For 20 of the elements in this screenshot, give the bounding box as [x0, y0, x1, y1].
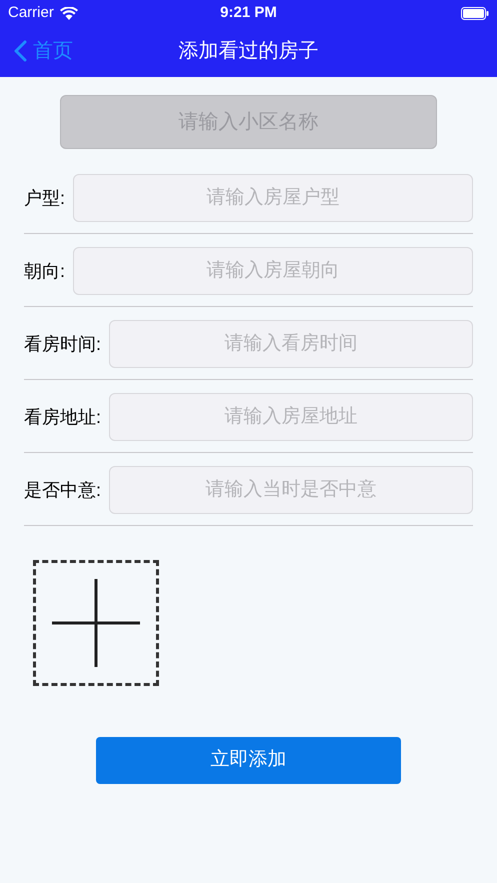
text-field[interactable]: 请输入看房时间	[109, 320, 473, 368]
back-button[interactable]: 首页	[14, 36, 73, 66]
clock-time: 9:21 PM	[220, 2, 277, 23]
add-photo-button[interactable]	[33, 560, 159, 686]
text-field[interactable]: 请输入房屋户型	[73, 174, 473, 222]
battery-icon	[460, 6, 489, 20]
wifi-icon	[60, 6, 78, 20]
text-field[interactable]: 请输入房屋朝向	[73, 247, 473, 295]
text-field[interactable]: 请输入当时是否中意	[109, 466, 473, 514]
carrier-label: Carrier	[8, 2, 54, 23]
field-label: 户型:	[24, 186, 66, 210]
field-label: 是否中意:	[24, 478, 102, 502]
field-label: 看房时间:	[24, 332, 102, 356]
submit-button[interactable]: 立即添加	[96, 737, 401, 784]
page-title: 添加看过的房子	[178, 38, 318, 64]
field-label: 看房地址:	[24, 406, 102, 428]
text-field[interactable]: 请输入房屋地址	[109, 393, 473, 441]
field-label: 朝向:	[24, 260, 66, 282]
plus-icon	[52, 579, 140, 667]
chevron-left-icon	[14, 40, 27, 62]
